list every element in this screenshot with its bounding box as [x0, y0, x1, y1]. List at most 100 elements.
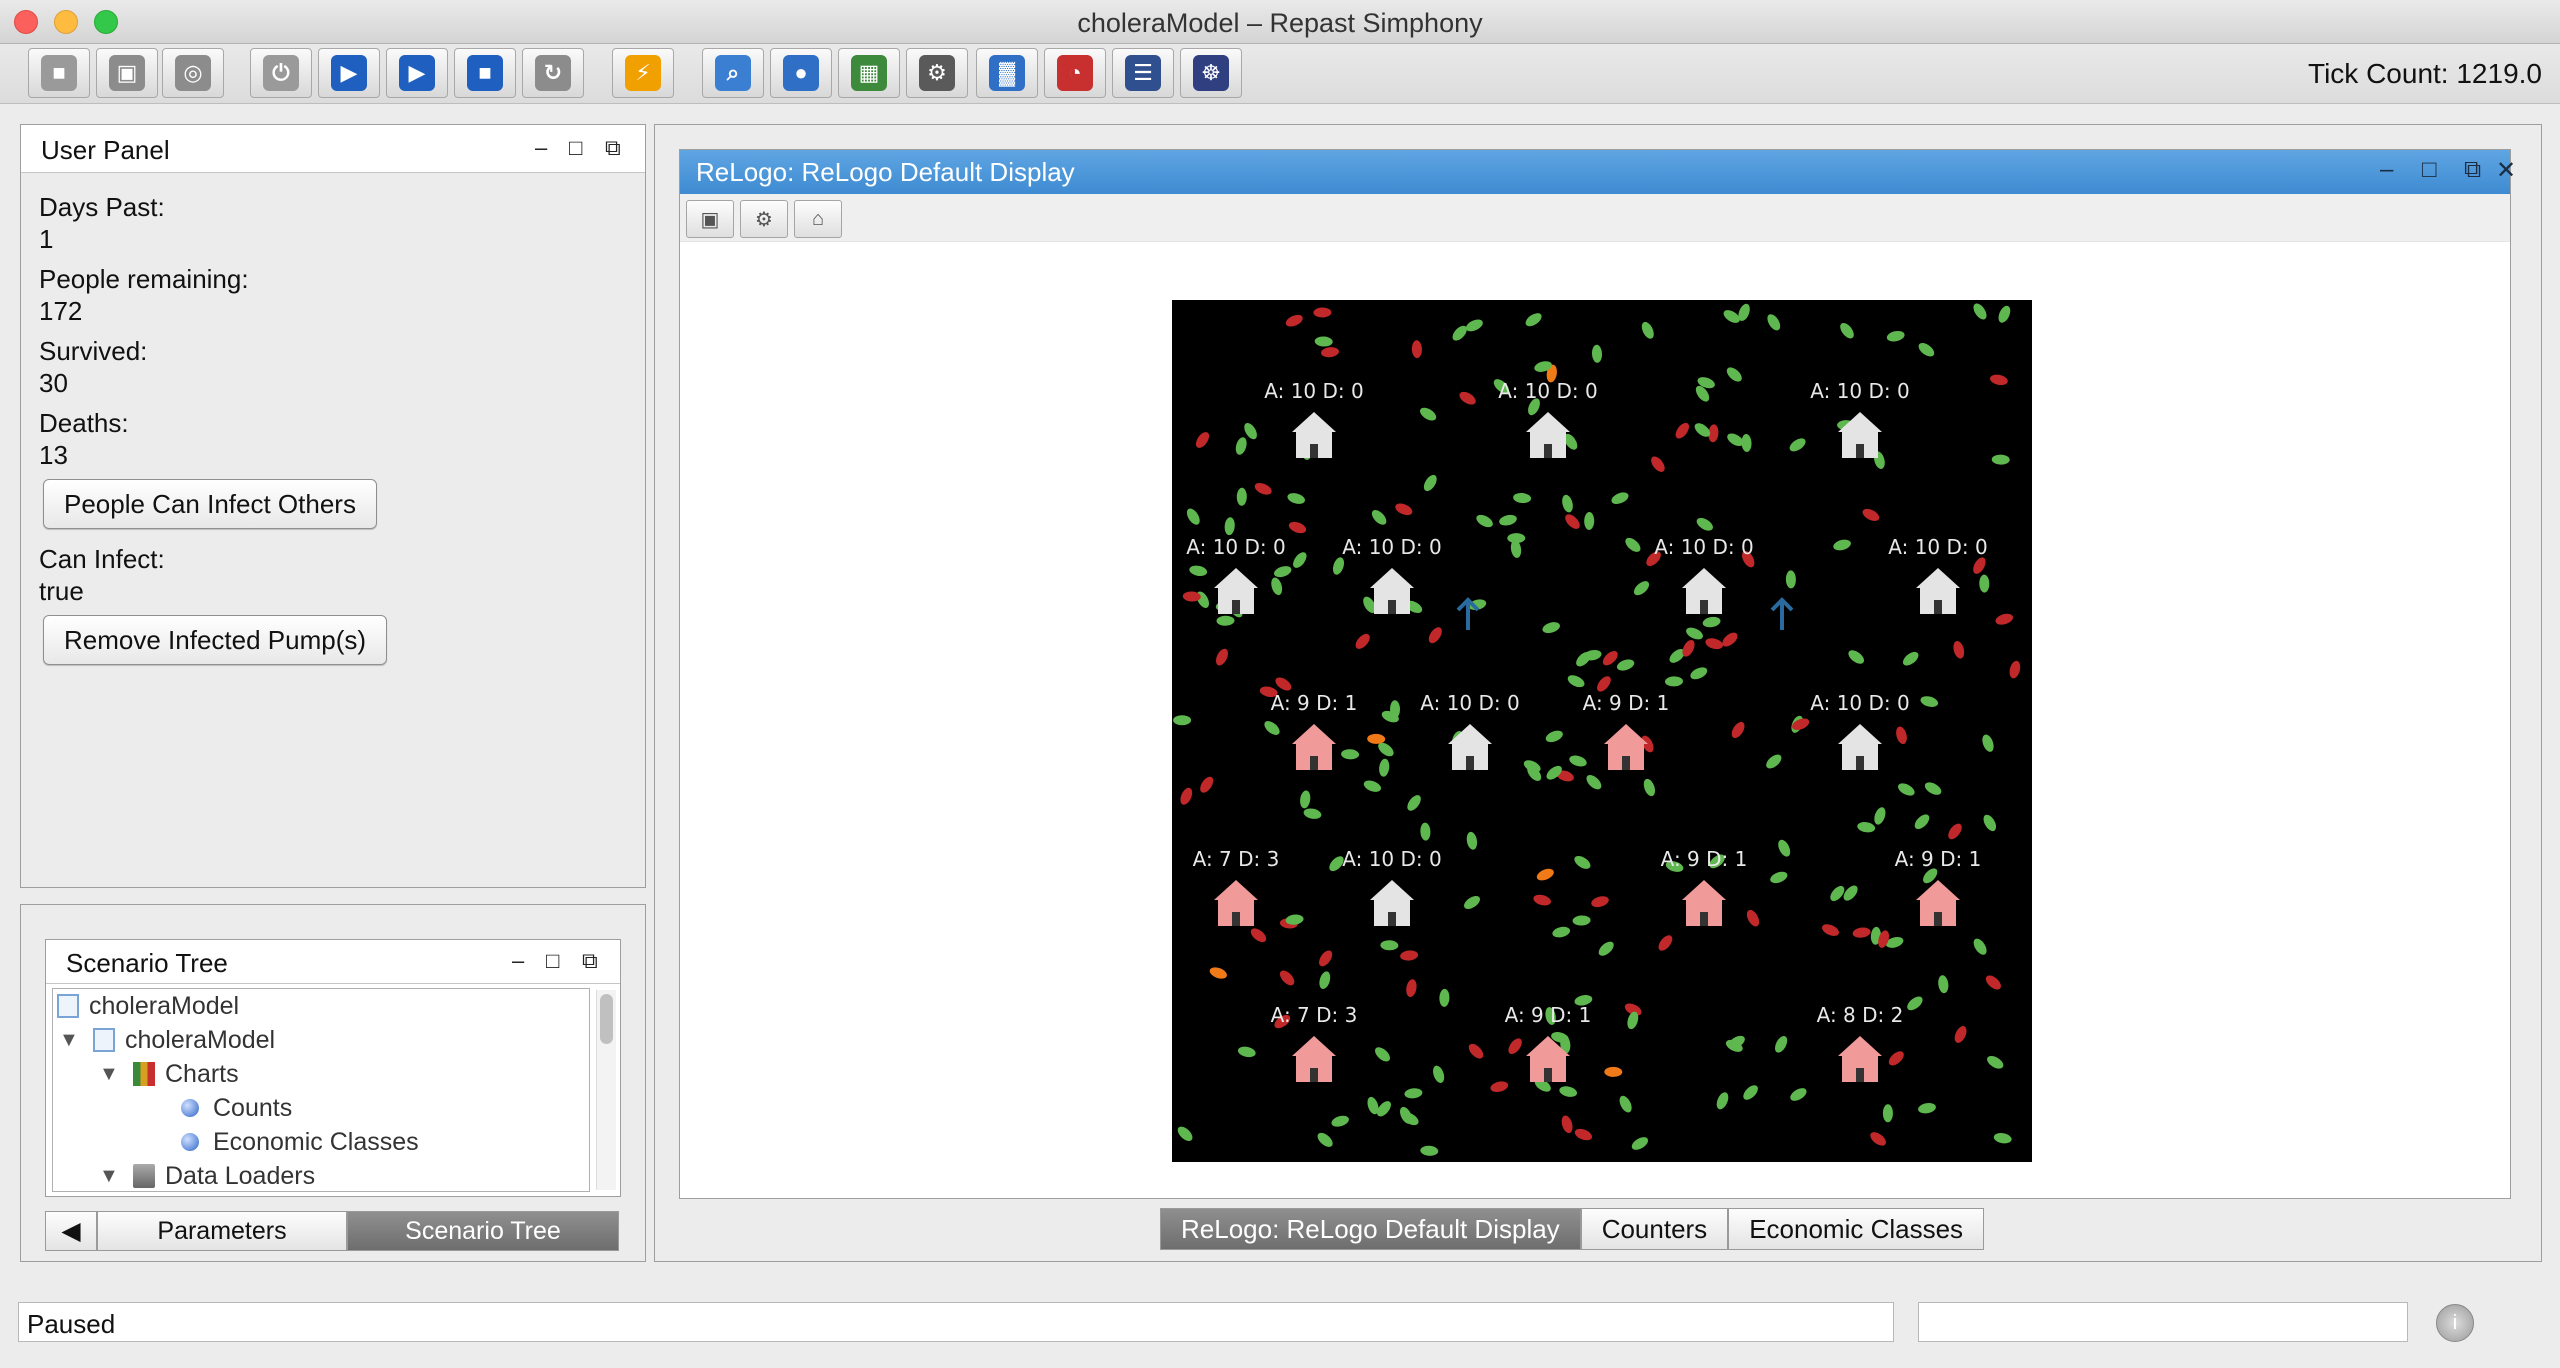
survived-value: 30 — [39, 368, 68, 398]
tick-count: Tick Count: 1219.0 — [2308, 58, 2542, 89]
float-panel-icon[interactable]: ⧉ — [582, 948, 598, 974]
close-panel-icon[interactable]: ✕ — [2496, 156, 2516, 185]
days-past-value: 1 — [39, 224, 54, 254]
house-label: A: 10 D: 0 — [1264, 379, 1363, 403]
scrollbar-thumb[interactable] — [600, 994, 613, 1044]
fast-forward-icon: ▶ — [399, 55, 435, 91]
stop-button[interactable]: ■ — [454, 48, 516, 98]
home-icon: ⌂ — [811, 207, 825, 230]
snapshot-button[interactable]: ▣ — [686, 200, 734, 238]
scenario-tree-panel: Scenario Tree – □ ⧉ choleraModel ▼ chole… — [45, 939, 621, 1197]
expand-triangle-icon[interactable]: ▼ — [99, 1165, 133, 1188]
house-label: A: 10 D: 0 — [1810, 691, 1909, 715]
minimize-panel-icon[interactable]: – — [2380, 156, 2393, 184]
main-toolbar: Tick Count: 1219.0 ■ ▣ ◎ ⏻ ▶ ▶ ■ ↻ ⚡ ⌕ ● ▦ ⚙ ▓ ◔ ☰ ☸ — [0, 44, 2560, 104]
play-button[interactable]: ▶ — [318, 48, 380, 98]
maximize-panel-icon[interactable]: □ — [569, 135, 582, 161]
tab-scenario-tree[interactable]: Scenario Tree — [347, 1211, 619, 1251]
tree-item-data-loaders[interactable]: ▼ Data Loaders — [53, 1159, 589, 1191]
house-door — [1310, 756, 1318, 770]
simulation-canvas[interactable]: A: 10 D: 0 A: 10 D: 0 A: 10 D: 0 A: 10 D: 0… — [1172, 300, 2032, 1162]
house-label: A: 9 D: 1 — [1583, 691, 1670, 715]
stop-icon: ■ — [467, 55, 503, 91]
database-button[interactable]: ◎ — [162, 48, 224, 98]
tab-economic-classes[interactable]: Economic Classes — [1728, 1208, 1985, 1250]
tab-counters[interactable]: Counters — [1580, 1208, 1729, 1250]
minimize-panel-icon[interactable]: – — [535, 135, 547, 161]
reset-button[interactable]: ↻ — [522, 48, 584, 98]
house-label: A: 10 D: 0 — [1498, 379, 1597, 403]
person-agent — [1173, 715, 1192, 726]
globe-icon: ● — [783, 55, 819, 91]
network-icon: ▦ — [851, 55, 887, 91]
deaths-value: 13 — [39, 440, 68, 470]
home-view-button[interactable]: ⌂ — [794, 200, 842, 238]
maximize-panel-icon[interactable]: □ — [2422, 156, 2437, 184]
info-icon[interactable]: i — [2436, 1304, 2474, 1342]
tree-item-model[interactable]: ▼ choleraModel — [53, 1023, 589, 1057]
house-door — [1934, 600, 1942, 614]
title-bar: choleraModel – Repast Simphony — [0, 0, 2560, 44]
house-label: A: 9 D: 1 — [1661, 847, 1748, 871]
left-panel-tabs: ◀ Parameters Scenario Tree — [45, 1211, 621, 1251]
display-toolbar: ▣ ⚙ ⌂ — [680, 194, 2510, 242]
database-icon: ◎ — [175, 55, 211, 91]
house-door — [1700, 600, 1708, 614]
minimize-panel-icon[interactable]: – — [512, 948, 524, 974]
house-door — [1310, 444, 1318, 458]
tractor-button[interactable]: ☸ — [1180, 48, 1242, 98]
maximize-panel-icon[interactable]: □ — [546, 948, 559, 974]
tree-scrollbar[interactable] — [596, 990, 616, 1190]
house-door — [1310, 1068, 1318, 1082]
settings-button[interactable]: ⚙ — [906, 48, 968, 98]
globe-button[interactable]: ● — [770, 48, 832, 98]
chart-button[interactable]: ▓ — [976, 48, 1038, 98]
can-infect-label: Can Infect: — [39, 544, 165, 574]
tree-item-charts[interactable]: ▼ Charts — [53, 1057, 589, 1091]
float-panel-icon[interactable]: ⧉ — [605, 135, 621, 161]
display-settings-button[interactable]: ⚙ — [740, 200, 788, 238]
house-label: A: 8 D: 2 — [1817, 1003, 1904, 1027]
save-button[interactable]: ▣ — [96, 48, 158, 98]
tree-item-counts[interactable]: Counts — [53, 1091, 589, 1125]
chart-icon: ▓ — [989, 55, 1025, 91]
house-label: A: 9 D: 1 — [1271, 691, 1358, 715]
save-icon: ▣ — [109, 55, 145, 91]
run-button[interactable]: ⚡ — [612, 48, 674, 98]
tab-relogo-display[interactable]: ReLogo: ReLogo Default Display — [1160, 1208, 1581, 1250]
calculator-button[interactable]: ☰ — [1112, 48, 1174, 98]
expand-triangle-icon[interactable]: ▼ — [59, 1029, 93, 1052]
tree-item-label: Economic Classes — [213, 1127, 419, 1156]
network-button[interactable]: ▦ — [838, 48, 900, 98]
house-label: A: 7 D: 3 — [1271, 1003, 1358, 1027]
new-scenario-button[interactable]: ■ — [28, 48, 90, 98]
settings-icon: ⚙ — [755, 208, 773, 231]
house-door — [1232, 600, 1240, 614]
play-icon: ▶ — [331, 55, 367, 91]
pie-chart-button[interactable]: ◔ — [1044, 48, 1106, 98]
tree-item-root[interactable]: choleraModel — [53, 989, 589, 1023]
remove-infected-pumps-button[interactable]: Remove Infected Pump(s) — [43, 615, 388, 665]
scenario-file-icon — [93, 1028, 115, 1052]
zoom-button[interactable]: ⌕ — [702, 48, 764, 98]
status-text: Paused — [18, 1302, 1894, 1342]
house-door — [1700, 912, 1708, 926]
house-label: A: 10 D: 0 — [1888, 535, 1987, 559]
house-label: A: 7 D: 3 — [1193, 847, 1280, 871]
float-panel-icon[interactable]: ⧉ — [2464, 156, 2481, 184]
house-label: A: 10 D: 0 — [1186, 535, 1285, 559]
tab-parameters[interactable]: Parameters — [97, 1211, 347, 1251]
display-title: ReLogo: ReLogo Default Display — [696, 157, 1075, 187]
zoom-icon: ⌕ — [715, 55, 751, 91]
house-label: A: 9 D: 1 — [1505, 1003, 1592, 1027]
tab-scroll-left-button[interactable]: ◀ — [45, 1211, 97, 1251]
run-icon: ⚡ — [625, 55, 661, 91]
house-label: A: 10 D: 0 — [1810, 379, 1909, 403]
expand-triangle-icon[interactable]: ▼ — [99, 1063, 133, 1086]
tree-item-economic-classes[interactable]: Economic Classes — [53, 1125, 589, 1159]
power-button[interactable]: ⏻ — [250, 48, 312, 98]
people-can-infect-others-button[interactable]: People Can Infect Others — [43, 479, 377, 529]
triangle-left-icon: ◀ — [61, 1217, 81, 1245]
fast-forward-button[interactable]: ▶ — [386, 48, 448, 98]
person-agent — [1507, 533, 1526, 544]
